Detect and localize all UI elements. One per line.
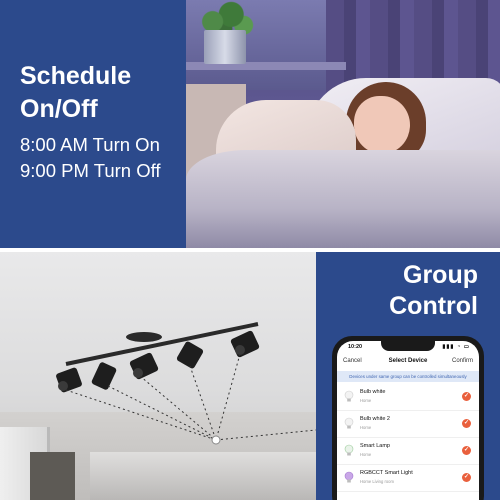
device-row-rgbcct-smart-light[interactable]: RGBCCT Smart Light Home Living room ✓ (337, 465, 479, 492)
device-room: Home (360, 398, 372, 403)
spotlight-icon (56, 367, 82, 393)
group-notice: Devices under same group can be controll… (337, 371, 479, 382)
device-name: Bulb white 2 (360, 416, 390, 422)
device-row-bulb-white-2[interactable]: Bulb white 2 Home ✓ (337, 411, 479, 438)
device-room: Home Living room (360, 479, 394, 484)
schedule-panel: Schedule On/Off 8:00 AM Turn On 9:00 PM … (0, 0, 186, 248)
schedule-off-time: 9:00 PM Turn Off (20, 160, 161, 181)
phone-screen: 10:20 ▮▮▮ ◔ ▭ Select Device Cancel Confi… (337, 341, 479, 500)
device-name: Smart Lamp (360, 443, 390, 449)
status-icons: ▮▮▮ ◔ ▭ (442, 344, 470, 350)
spotlight-icon (176, 341, 204, 369)
bulb-icon (344, 390, 354, 402)
spotlight-icon (91, 362, 117, 390)
app-header: Select Device Cancel Confirm (337, 355, 479, 369)
group-control-title: Group Control (389, 261, 478, 320)
sleeping-child-face (354, 96, 410, 154)
track-light-illustration (56, 322, 316, 445)
blanket (186, 150, 500, 248)
checkmark-icon[interactable]: ✓ (462, 392, 471, 401)
checkmark-icon[interactable]: ✓ (462, 419, 471, 428)
device-row-smart-lamp[interactable]: Smart Lamp Home ✓ (337, 438, 479, 465)
device-room: Home (360, 425, 372, 430)
checkmark-icon[interactable]: ✓ (462, 446, 471, 455)
device-room: Home (360, 452, 372, 457)
bulb-icon (344, 417, 354, 429)
spotlight-icon (129, 352, 159, 380)
checkmark-icon[interactable]: ✓ (462, 473, 471, 482)
cancel-button[interactable]: Cancel (343, 358, 362, 364)
spotlight-icon (230, 330, 260, 358)
light-rail (65, 322, 259, 366)
device-list: Bulb white Home ✓ Bulb white 2 Home ✓ Sm… (337, 384, 479, 492)
device-name: RGBCCT Smart Light (360, 470, 413, 476)
bulb-icon (344, 444, 354, 456)
color-bulb-icon (344, 471, 354, 483)
device-name: Bulb white (360, 389, 386, 395)
phone-mockup: 10:20 ▮▮▮ ◔ ▭ Select Device Cancel Confi… (332, 336, 484, 500)
schedule-on-time: 8:00 AM Turn On (20, 134, 160, 155)
schedule-title: Schedule On/Off (20, 62, 132, 123)
status-bar: 10:20 ▮▮▮ ◔ ▭ (337, 343, 479, 353)
device-row-bulb-white[interactable]: Bulb white Home ✓ (337, 384, 479, 411)
ceiling-mount (126, 332, 162, 342)
bedroom-photo (186, 0, 500, 248)
signal-node (211, 435, 221, 445)
plant-pot (204, 30, 246, 64)
status-time: 10:20 (348, 344, 363, 350)
track-light-photo (0, 252, 316, 500)
confirm-button[interactable]: Confirm (452, 358, 473, 364)
